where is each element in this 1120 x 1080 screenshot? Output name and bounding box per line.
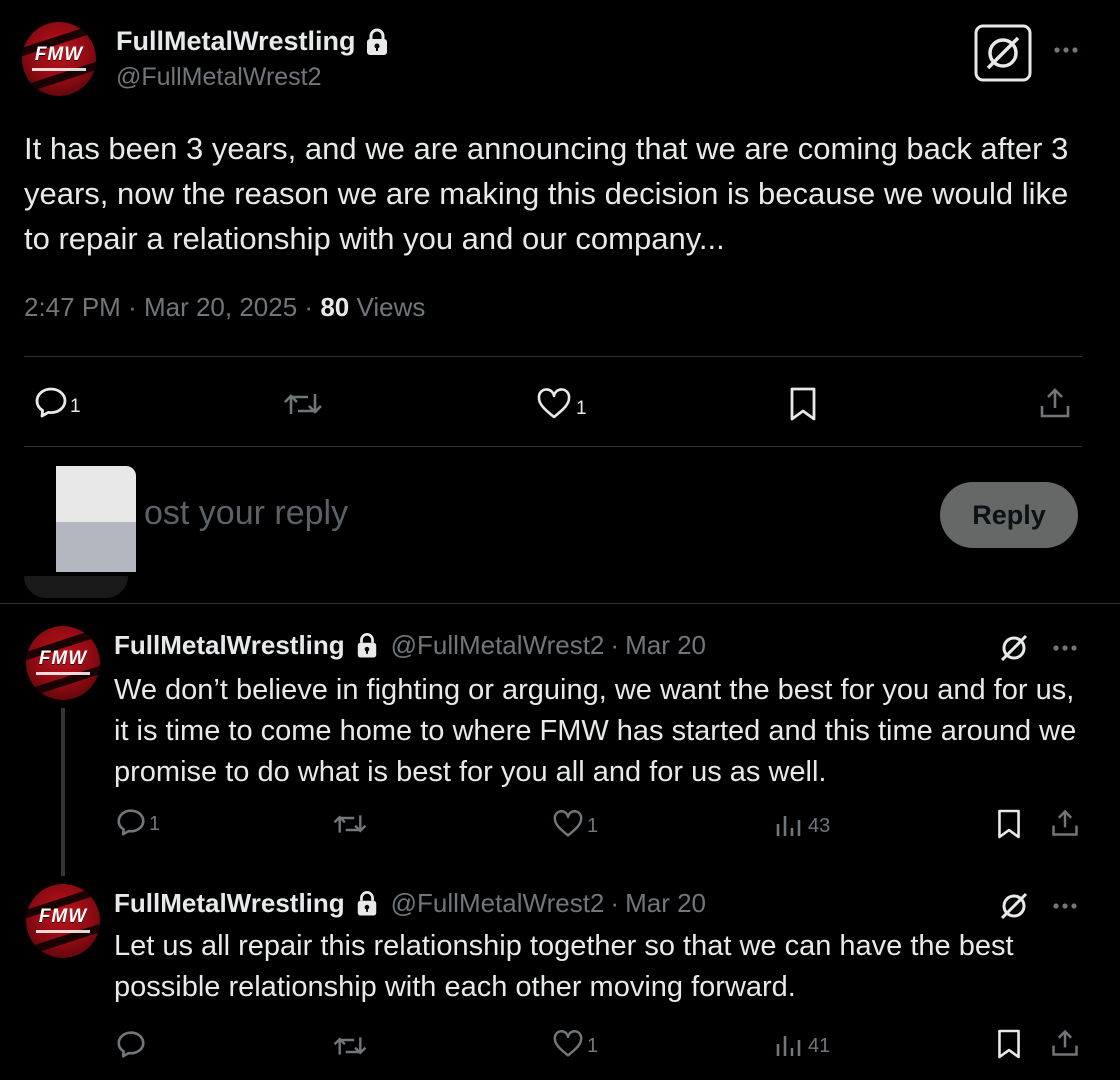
- views-action[interactable]: 43: [774, 810, 830, 838]
- share-icon[interactable]: [1050, 1028, 1080, 1058]
- views-count: 80: [320, 292, 350, 322]
- avatar-logo-tagline: [36, 929, 90, 933]
- author-name[interactable]: FullMetalWrestling: [116, 26, 356, 57]
- reply-author-handle[interactable]: @FullMetalWrest2: [391, 888, 605, 919]
- heart-icon: [552, 1030, 584, 1058]
- divider: [24, 356, 1082, 357]
- reply-author-name[interactable]: FullMetalWrestling: [114, 630, 345, 661]
- post-header: FullMetalWrestling @FullMetalWrest2: [116, 26, 390, 92]
- divider: [0, 603, 1120, 604]
- reply-author-handle[interactable]: @FullMetalWrest2: [391, 630, 605, 661]
- like-count: 1: [576, 398, 587, 419]
- reply-action[interactable]: 1: [34, 386, 81, 418]
- avatar-logo-tagline: [32, 67, 86, 71]
- avatar-logo-text: FMW: [38, 648, 88, 670]
- like-action[interactable]: 1: [536, 388, 587, 420]
- grok-icon[interactable]: [998, 632, 1030, 664]
- author-handle[interactable]: @FullMetalWrest2: [116, 63, 390, 92]
- heart-icon: [552, 810, 584, 838]
- author-avatar[interactable]: FMW: [22, 22, 96, 96]
- grok-icon[interactable]: [998, 890, 1030, 922]
- views-icon: [774, 1030, 802, 1058]
- reply-icon: [116, 808, 146, 836]
- bookmark-icon[interactable]: [996, 808, 1022, 840]
- grok-icon[interactable]: [974, 24, 1032, 82]
- meta-separator: ·: [610, 888, 620, 918]
- reply-action[interactable]: 1: [116, 808, 160, 836]
- reply-icon: [116, 1030, 146, 1058]
- post-time[interactable]: 2:47 PM: [24, 292, 121, 322]
- retweet-icon[interactable]: [282, 388, 324, 420]
- views-count: 43: [808, 815, 831, 837]
- post-text: It has been 3 years, and we are announci…: [24, 131, 1069, 256]
- meta-separator: ·: [610, 630, 620, 660]
- views-icon: [774, 810, 802, 838]
- reply-avatar[interactable]: FMW: [26, 626, 100, 700]
- reply-input[interactable]: ost your reply: [144, 494, 904, 533]
- reply-count: 1: [70, 396, 81, 417]
- avatar-logo-tagline: [36, 671, 90, 675]
- post-date[interactable]: Mar 20, 2025: [144, 292, 297, 322]
- thread-line: [61, 708, 65, 876]
- lock-icon: [355, 890, 379, 917]
- lock-icon: [355, 632, 379, 659]
- composer-avatar: [24, 466, 136, 598]
- reply-button[interactable]: Reply: [940, 482, 1078, 548]
- avatar-logo-text: FMW: [34, 44, 84, 66]
- reply-action[interactable]: [116, 1030, 149, 1058]
- bookmark-icon[interactable]: [996, 1028, 1022, 1060]
- reply-author-name[interactable]: FullMetalWrestling: [114, 888, 345, 919]
- like-count: 1: [587, 1035, 599, 1057]
- divider: [24, 446, 1082, 447]
- more-icon[interactable]: [1053, 46, 1079, 54]
- retweet-icon[interactable]: [332, 810, 368, 838]
- reply-text: We don’t believe in fighting or arguing,…: [114, 674, 1077, 788]
- more-icon[interactable]: [1052, 644, 1078, 652]
- reply-icon: [34, 386, 68, 418]
- share-icon[interactable]: [1050, 808, 1080, 838]
- post-meta: 2:47 PM · Mar 20, 2025 · 80 Views: [24, 292, 425, 323]
- more-icon[interactable]: [1052, 902, 1078, 910]
- like-count: 1: [587, 815, 599, 837]
- share-icon[interactable]: [1038, 386, 1072, 420]
- bookmark-icon[interactable]: [788, 386, 818, 422]
- retweet-icon[interactable]: [332, 1032, 368, 1060]
- reply-text: Let us all repair this relationship toge…: [114, 930, 1014, 1003]
- reply-header: FullMetalWrestling @FullMetalWrest2 · Ma…: [114, 630, 706, 661]
- avatar-logo-text: FMW: [38, 906, 88, 928]
- reply-count: 1: [149, 813, 161, 835]
- views-count: 41: [808, 1035, 831, 1057]
- reply-avatar[interactable]: FMW: [26, 884, 100, 958]
- reply-date[interactable]: Mar 20: [625, 630, 706, 661]
- meta-separator: ·: [304, 292, 314, 322]
- heart-icon: [536, 388, 572, 420]
- views-label: Views: [356, 292, 426, 322]
- views-action[interactable]: 41: [774, 1030, 830, 1058]
- like-action[interactable]: 1: [552, 1030, 598, 1058]
- reply-date[interactable]: Mar 20: [625, 888, 706, 919]
- reply-header: FullMetalWrestling @FullMetalWrest2 · Ma…: [114, 888, 706, 919]
- like-action[interactable]: 1: [552, 810, 598, 838]
- lock-icon: [364, 28, 390, 56]
- meta-separator: ·: [128, 292, 137, 322]
